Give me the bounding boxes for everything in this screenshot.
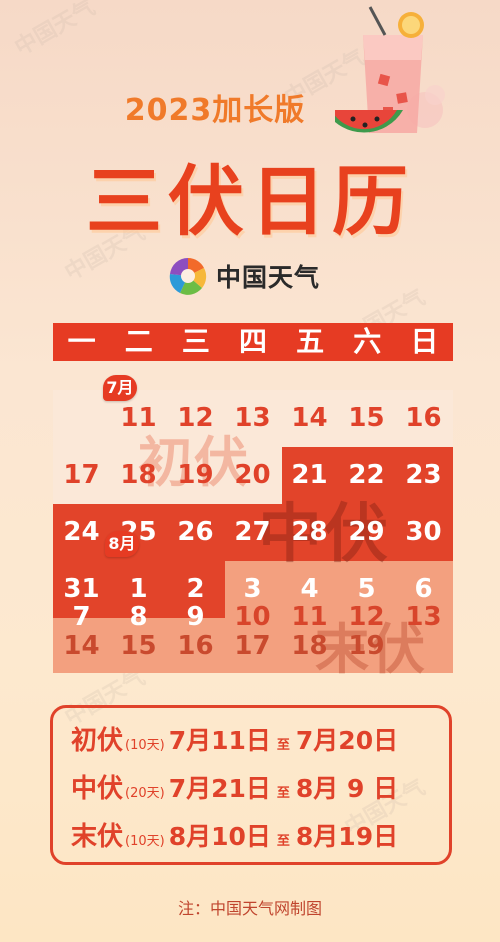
period-days: (10天) <box>125 834 165 849</box>
source-note: 注：中国天气网制图 <box>177 899 322 918</box>
sanfu-calendar: 一 二 三 四 五 六 日 初伏 中伏 末伏 11 12 13 14 15 16… <box>53 323 453 681</box>
day-cell: 28 <box>291 517 328 547</box>
summary-row-mofu: 末伏 (10天) 8月10日 至 8月19日 <box>71 816 398 856</box>
day-cell: 22 <box>348 460 385 490</box>
weekday-header: 一 二 三 四 五 六 日 <box>53 323 453 361</box>
period-start: 8月10日 <box>168 822 271 851</box>
day-cell: 23 <box>405 460 442 490</box>
weekday-fri: 五 <box>296 325 325 358</box>
day-cell: 24 <box>63 517 100 547</box>
day-cell: 17 <box>234 631 271 661</box>
period-name: 中伏 <box>71 774 124 804</box>
sanfu-summary-box: 初伏 (10天) 7月11日 至 7月20日 中伏 (20天) 7月21日 至 … <box>50 705 452 865</box>
weekday-tue: 二 <box>124 325 153 358</box>
weekday-sun: 日 <box>410 325 439 358</box>
weather-swirl-icon <box>169 257 207 295</box>
period-to: 至 <box>276 738 290 753</box>
watermark: 中国天气 <box>10 0 100 61</box>
day-cell: 17 <box>63 460 100 490</box>
period-days: (20天) <box>125 786 165 801</box>
period-name: 末伏 <box>71 822 124 852</box>
day-cell: 26 <box>177 517 214 547</box>
day-cell: 13 <box>405 602 442 632</box>
day-cell: 14 <box>291 403 328 433</box>
weekday-sat: 六 <box>353 325 382 358</box>
day-cell: 15 <box>120 631 157 661</box>
day-cell: 14 <box>63 631 100 661</box>
period-end: 8月19日 <box>295 822 399 851</box>
weekday-thu: 四 <box>238 325 267 358</box>
period-end: 8月 9 日 <box>295 774 399 803</box>
day-cell: 18 <box>120 460 157 490</box>
day-cell: 18 <box>291 631 328 661</box>
day-cell: 30 <box>405 517 442 547</box>
day-cell: 20 <box>234 460 271 490</box>
day-cell: 27 <box>234 517 271 547</box>
day-cell: 15 <box>348 403 385 433</box>
period-name: 初伏 <box>71 726 124 756</box>
period-to: 至 <box>276 834 290 849</box>
month-tag-july: 7月 <box>103 375 137 401</box>
brand-name: 中国天气 <box>216 263 321 292</box>
period-to: 至 <box>276 786 290 801</box>
edition-label: 2023加长版 <box>124 93 306 128</box>
day-cell: 12 <box>177 403 214 433</box>
poster: 中国天气 中国天气 中国天气 中国天气 中国天气 中国天气 中国天气 中国天气 … <box>0 0 500 942</box>
summary-row-zhongfu: 中伏 (20天) 7月21日 至 8月 9 日 <box>71 768 398 808</box>
day-cell: 16 <box>405 403 442 433</box>
brand-logo: 中国天气 <box>168 256 320 296</box>
period-days: (10天) <box>125 738 165 753</box>
day-cell: 19 <box>177 460 214 490</box>
period-start: 7月21日 <box>168 774 271 803</box>
period-end: 7月20日 <box>295 726 399 755</box>
day-cell: 21 <box>291 460 328 490</box>
page-title: 三伏日历 <box>86 157 414 246</box>
weekday-mon: 一 <box>67 325 96 358</box>
period-start: 7月11日 <box>168 726 271 755</box>
day-cell: 13 <box>234 403 271 433</box>
day-cell: 16 <box>177 631 214 661</box>
weekday-wed: 三 <box>181 325 210 358</box>
day-cell: 19 <box>348 631 385 661</box>
month-tag-august: 8月 <box>105 531 139 557</box>
summary-row-chufu: 初伏 (10天) 7月11日 至 7月20日 <box>71 720 398 760</box>
day-cell: 29 <box>348 517 385 547</box>
